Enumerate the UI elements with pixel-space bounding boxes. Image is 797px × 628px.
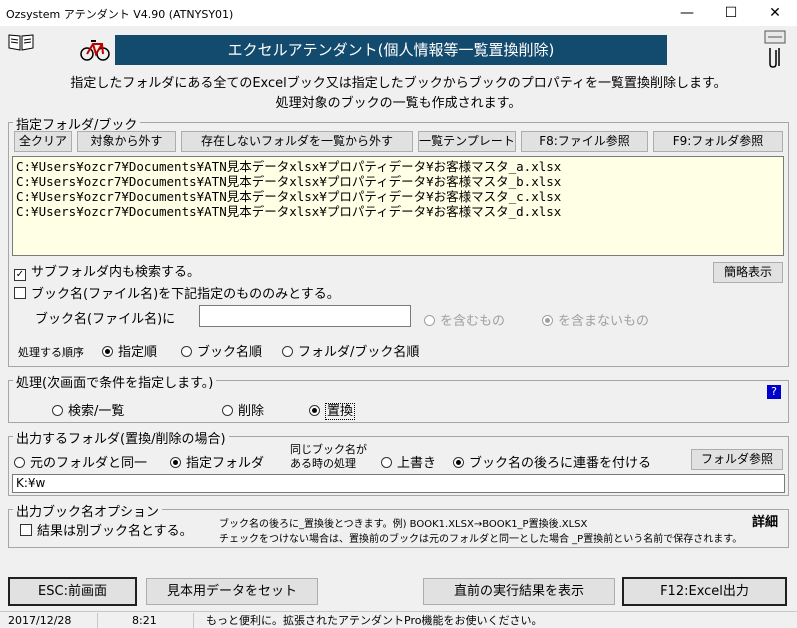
folder-ref-button[interactable]: フォルダ参照 [691, 449, 783, 470]
same-folder-radio[interactable]: 元のフォルダと同一 [14, 452, 147, 471]
process-option-label: 置換 [325, 403, 356, 420]
remove-missing-folders-button[interactable]: 存在しないフォルダを一覧から外す [181, 131, 413, 152]
overwrite-radio[interactable]: 上書き [381, 452, 436, 471]
esc-back-button[interactable]: ESC:前画面 [8, 577, 137, 606]
not-contains-label: を含まないもの [558, 314, 650, 329]
process-radio-delete[interactable]: 削除 [222, 400, 264, 419]
close-button[interactable]: ✕ [753, 0, 797, 26]
status-date: 2017/12/28 [0, 613, 98, 628]
same-name-line-2: ある時の処理 [290, 457, 356, 470]
help-icon[interactable]: ? [767, 385, 781, 399]
minimize-button[interactable]: — [665, 0, 709, 26]
simple-view-button[interactable]: 簡略表示 [713, 262, 783, 283]
maximize-button[interactable]: ☐ [709, 0, 753, 26]
contains-radio[interactable]: を含むもの [424, 310, 505, 329]
subfolder-checkbox[interactable]: ✓ サブフォルダ内も検索する。 [14, 261, 200, 281]
note-line-2: チェックをつけない場合は、置換前のブックは元のフォルダと同一とした場合 _P置換… [219, 534, 743, 545]
order-label: 処理する順序 [18, 346, 84, 359]
process-option-label: 削除 [238, 404, 265, 419]
window-title: Ozsystem アテンダント V4.90 (ATNYSY01) [6, 8, 234, 21]
subfolder-label: サブフォルダ内も検索する。 [31, 265, 201, 280]
detail-link[interactable]: 詳細 [752, 511, 778, 530]
output-path-input[interactable]: K:¥w [12, 474, 785, 493]
list-item[interactable]: C:¥Users¥ozcr7¥Documents¥ATN見本データxlsx¥プロ… [16, 204, 780, 219]
same-folder-label: 元のフォルダと同一 [30, 456, 148, 471]
separate-name-label: 結果は別ブック名とする。 [37, 524, 193, 539]
bookname-input[interactable] [199, 305, 411, 327]
order-radio-bookname[interactable]: ブック名順 [181, 341, 262, 360]
same-name-line-1: 同じブック名が [290, 443, 367, 456]
not-contains-radio[interactable]: を含まないもの [542, 310, 649, 329]
order-radio-folder-bookname[interactable]: フォルダ/ブック名順 [282, 341, 419, 360]
title-bar: Ozsystem アテンダント V4.90 (ATNYSY01) — ☐ ✕ [0, 0, 797, 26]
order-option-label: 指定順 [118, 345, 158, 360]
separate-name-checkbox[interactable]: 結果は別ブック名とする。 [20, 520, 193, 539]
bookname-only-checkbox[interactable]: ブック名(ファイル名)を下記指定のもののみとする。 [14, 283, 340, 302]
description-line-2: 処理対象のブックの一覧も作成されます。 [275, 96, 522, 111]
note-line-1: ブック名の後ろに_置換後とつきます。例) BOOK1.XLSX→BOOK1_P置… [219, 519, 588, 530]
output-group-title: 出力するフォルダ(置換/削除の場合) [13, 428, 229, 447]
clear-all-button[interactable]: 全クリア [14, 131, 72, 152]
f9-folder-ref-button[interactable]: F9:フォルダ参照 [653, 131, 783, 152]
path-list[interactable]: C:¥Users¥ozcr7¥Documents¥ATN見本データxlsx¥プロ… [12, 156, 784, 256]
same-name-label: 同じブック名が ある時の処理 [290, 443, 367, 471]
checkbox-box[interactable] [14, 287, 26, 299]
status-bar: 2017/12/28 8:21 もっと便利に。拡張されたアテンダントPro機能を… [0, 611, 797, 628]
process-group-title: 処理(次画面で条件を指定します。) [13, 372, 217, 391]
process-option-label: 検索/一覧 [68, 404, 125, 419]
specified-folder-label: 指定フォルダ [186, 456, 265, 471]
description-line-1: 指定したフォルダにある全てのExcelブック又は指定したブックからブックのプロパ… [70, 76, 727, 91]
status-message: もっと便利に。拡張されたアテンダントPro機能をお使いください。 [206, 614, 543, 627]
bookname-only-label: ブック名(ファイル名)を下記指定のもののみとする。 [31, 287, 340, 302]
process-radio-search[interactable]: 検索/一覧 [52, 400, 124, 419]
append-number-label: ブック名の後ろに連番を付ける [469, 456, 652, 471]
contains-label: を含むもの [440, 314, 506, 329]
order-option-label: ブック名順 [197, 345, 263, 360]
checkbox-box[interactable] [20, 524, 32, 536]
f8-file-ref-button[interactable]: F8:ファイル参照 [521, 131, 648, 152]
process-radio-replace[interactable]: 置換 [309, 400, 356, 420]
list-item[interactable]: C:¥Users¥ozcr7¥Documents¥ATN見本データxlsx¥プロ… [16, 174, 780, 189]
bookname-option-group-title: 出力ブック名オプション [13, 501, 163, 520]
bookname-field-label: ブック名(ファイル名)に [35, 312, 176, 327]
exclude-button[interactable]: 対象から外す [77, 131, 176, 152]
set-sample-data-button[interactable]: 見本用データをセット [146, 578, 318, 605]
list-template-button[interactable]: 一覧テンプレート [418, 131, 516, 152]
book-icon[interactable] [8, 33, 34, 51]
banner-title: エクセルアテンダント(個人情報等一覧置換削除) [115, 35, 667, 65]
bicycle-icon [80, 33, 110, 63]
clip-icon[interactable] [762, 28, 788, 68]
list-item[interactable]: C:¥Users¥ozcr7¥Documents¥ATN見本データxlsx¥プロ… [16, 159, 780, 174]
append-number-radio[interactable]: ブック名の後ろに連番を付ける [453, 452, 651, 471]
list-item[interactable]: C:¥Users¥ozcr7¥Documents¥ATN見本データxlsx¥プロ… [16, 189, 780, 204]
checkbox-box[interactable]: ✓ [14, 269, 26, 281]
show-last-result-button[interactable]: 直前の実行結果を表示 [423, 578, 615, 605]
order-radio-specified[interactable]: 指定順 [102, 341, 157, 360]
overwrite-label: 上書き [397, 456, 437, 471]
status-time: 8:21 [124, 613, 194, 628]
order-option-label: フォルダ/ブック名順 [298, 345, 420, 360]
f12-excel-output-button[interactable]: F12:Excel出力 [622, 577, 787, 606]
specified-folder-radio[interactable]: 指定フォルダ [170, 452, 264, 471]
